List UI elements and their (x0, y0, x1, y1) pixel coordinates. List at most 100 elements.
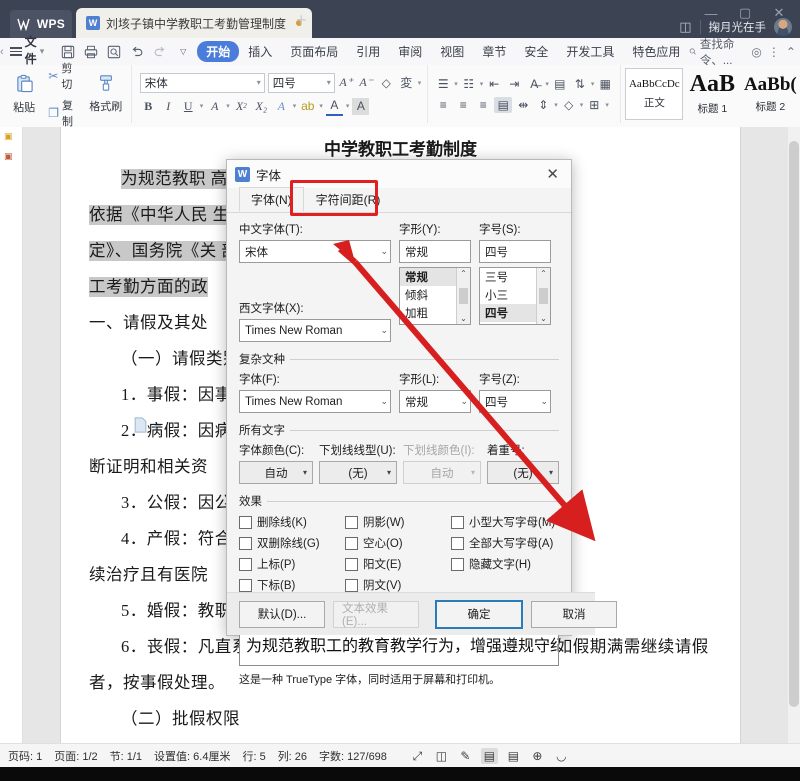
font-size-option[interactable]: 四号 (480, 304, 536, 322)
search-command-button[interactable]: 查找命令、... (689, 36, 745, 68)
superscript-icon[interactable]: X2 (233, 98, 250, 115)
status-page-number[interactable]: 页码: 1 (8, 748, 42, 764)
avatar[interactable] (774, 18, 792, 36)
effect-checkbox-double-strikethrough[interactable]: 双删除线(G) (239, 535, 345, 551)
vertical-scrollbar[interactable] (788, 127, 800, 743)
ribbon-tab-featured-apps[interactable]: 特色应用 (623, 41, 689, 62)
outline-view-icon[interactable]: ▤ (505, 748, 522, 764)
effect-checkbox-strikethrough[interactable]: 删除线(K) (239, 514, 345, 530)
complex-font-combobox[interactable]: Times New Roman ⌄ (239, 390, 391, 413)
ribbon-tab-start[interactable]: 开始 (197, 41, 240, 62)
effect-checkbox-subscript[interactable]: 下标(B) (239, 577, 345, 593)
bold-icon[interactable]: B (140, 98, 157, 115)
dialog-tab-font[interactable]: 字体(N) (239, 187, 304, 212)
page-view-icon[interactable]: ▤ (480, 748, 498, 764)
effect-checkbox-outline[interactable]: 空心(O) (345, 535, 451, 551)
style-item-heading-2[interactable]: AaBb( 标题 2 (741, 68, 799, 120)
show-marks-icon[interactable]: ▦ (596, 76, 614, 92)
status-row[interactable]: 行: 5 (242, 748, 265, 764)
pinyin-guide-icon[interactable]: 変 (398, 74, 415, 91)
scroll-up-icon[interactable]: ⌃ (540, 268, 547, 279)
font-size-scrollbar[interactable]: ⌃ ⌄ (536, 268, 550, 324)
dialog-tab-character-spacing[interactable]: 字符间距(R) (304, 187, 393, 212)
scrollbar-thumb[interactable] (459, 288, 468, 304)
character-shading-icon[interactable]: A (352, 97, 370, 115)
font-size-combobox[interactable]: 四号 ▾ (267, 72, 335, 93)
fullscreen-icon[interactable]: ⤢ (409, 748, 426, 764)
effect-checkbox-all-caps[interactable]: 全部大写字母(A) (451, 535, 559, 551)
cut-button[interactable]: ✂ 剪切 (48, 60, 80, 92)
status-word-count[interactable]: 字数: 127/698 (319, 748, 387, 764)
copy-button[interactable]: ❐ 复制 (48, 97, 80, 129)
subscript-icon[interactable]: X₂ (253, 98, 270, 115)
font-dialog[interactable]: W 字体 ✕ 字体(N) 字符间距(R) 中文字体(T): 宋体 ⌄ 字形(Y)… (226, 159, 617, 686)
edit-pen-icon[interactable]: ✎ (457, 748, 474, 764)
font-style-scrollbar[interactable]: ⌃ ⌄ (456, 268, 470, 324)
status-page-count[interactable]: 页面: 1/2 (54, 748, 97, 764)
font-style-option[interactable]: 常规 (400, 268, 456, 286)
effect-checkbox-small-caps[interactable]: 小型大写字母(M) (451, 514, 559, 530)
status-section[interactable]: 节: 1/1 (110, 748, 142, 764)
font-size-option[interactable]: 三号 (480, 268, 536, 286)
split-view-icon[interactable]: ◫ (679, 19, 691, 35)
strikethrough-icon[interactable]: A (206, 98, 223, 115)
chinese-font-combobox[interactable]: 宋体 ⌄ (239, 240, 391, 263)
font-style-option[interactable]: 加粗 (400, 304, 456, 322)
effect-checkbox-engrave[interactable]: 阴文(V) (345, 577, 451, 593)
print-preview-icon[interactable] (106, 44, 122, 60)
asian-layout-icon[interactable]: A̶ (525, 76, 543, 92)
document-tab[interactable]: W 刘垓子镇中学教职工考勤管理制度 (76, 8, 313, 38)
help-icon[interactable]: ◎ (751, 45, 761, 59)
numbered-list-icon[interactable]: ☷ (460, 76, 478, 92)
font-size-option[interactable]: 小三 (480, 286, 536, 304)
font-color-icon[interactable]: A (325, 97, 343, 116)
western-font-combobox[interactable]: Times New Roman ⌄ (239, 319, 391, 342)
ribbon-tab-page-layout[interactable]: 页面布局 (281, 41, 347, 62)
undo-icon[interactable] (129, 44, 145, 60)
shading-icon[interactable]: ◇ (560, 97, 578, 113)
complex-size-combobox[interactable]: 四号 ⌄ (479, 390, 551, 413)
ribbon-tab-dev-tools[interactable]: 开发工具 (557, 41, 623, 62)
dialog-close-button[interactable]: ✕ (542, 167, 563, 182)
ribbon-tab-security[interactable]: 安全 (515, 41, 557, 62)
font-style-option[interactable]: 倾斜 (400, 286, 456, 304)
clear-formatting-icon[interactable]: ◇ (378, 74, 395, 91)
reading-view-icon[interactable]: ◡ (553, 748, 570, 764)
customize-qat-chevron-icon[interactable]: ▽ (175, 44, 191, 60)
collapse-ribbon-icon[interactable]: ⌃ (786, 45, 796, 59)
justify-icon[interactable]: ▤ (494, 96, 513, 113)
scroll-up-icon[interactable]: ⌃ (460, 268, 467, 279)
distribute-icon[interactable]: ⇹ (514, 97, 532, 113)
font-size-listbox[interactable]: 三号 小三 四号 ⌃ ⌄ (479, 267, 551, 325)
ribbon-tab-references[interactable]: 引用 (347, 41, 389, 62)
scrollbar-thumb[interactable] (539, 288, 548, 304)
decrease-font-size-icon[interactable]: A⁻ (358, 74, 375, 91)
bullet-list-icon[interactable]: ☰ (434, 76, 452, 92)
print-icon[interactable] (83, 44, 99, 60)
increase-indent-icon[interactable]: ⇥ (505, 76, 523, 92)
underline-icon[interactable]: U (180, 98, 197, 115)
two-page-view-icon[interactable]: ◫ (433, 748, 450, 764)
ribbon-tab-view[interactable]: 视图 (431, 41, 473, 62)
font-color-dropdown[interactable]: 自动 ▾ (239, 461, 313, 484)
align-right-icon[interactable]: ≡ (474, 97, 492, 113)
increase-font-size-icon[interactable]: A⁺ (338, 74, 355, 91)
ribbon-tab-section[interactable]: 章节 (473, 41, 515, 62)
text-outline-icon[interactable]: A (273, 98, 290, 115)
emphasis-mark-dropdown[interactable]: (无) ▾ (487, 461, 559, 484)
ribbon-tab-insert[interactable]: 插入 (239, 41, 281, 62)
sort-icon[interactable]: ⇅ (571, 76, 589, 92)
default-button[interactable]: 默认(D)... (239, 600, 325, 628)
file-menu-button[interactable]: 文件 ▾ (4, 35, 51, 66)
more-options-icon[interactable]: ⋮ (768, 45, 780, 59)
format-painter-button[interactable]: 格式刷 (87, 74, 125, 114)
effect-checkbox-superscript[interactable]: 上标(P) (239, 556, 345, 572)
italic-icon[interactable]: I (160, 98, 177, 115)
scrollbar-thumb[interactable] (789, 141, 799, 707)
save-icon[interactable] (60, 44, 76, 60)
effect-checkbox-emboss[interactable]: 阳文(E) (345, 556, 451, 572)
cancel-button[interactable]: 取消 (531, 600, 617, 628)
highlight-color-icon[interactable]: ab (299, 98, 316, 115)
style-item-body[interactable]: AaBbCcDc 正文 (625, 68, 684, 120)
font-style-listbox[interactable]: 常规 倾斜 加粗 ⌃ ⌄ (399, 267, 471, 325)
